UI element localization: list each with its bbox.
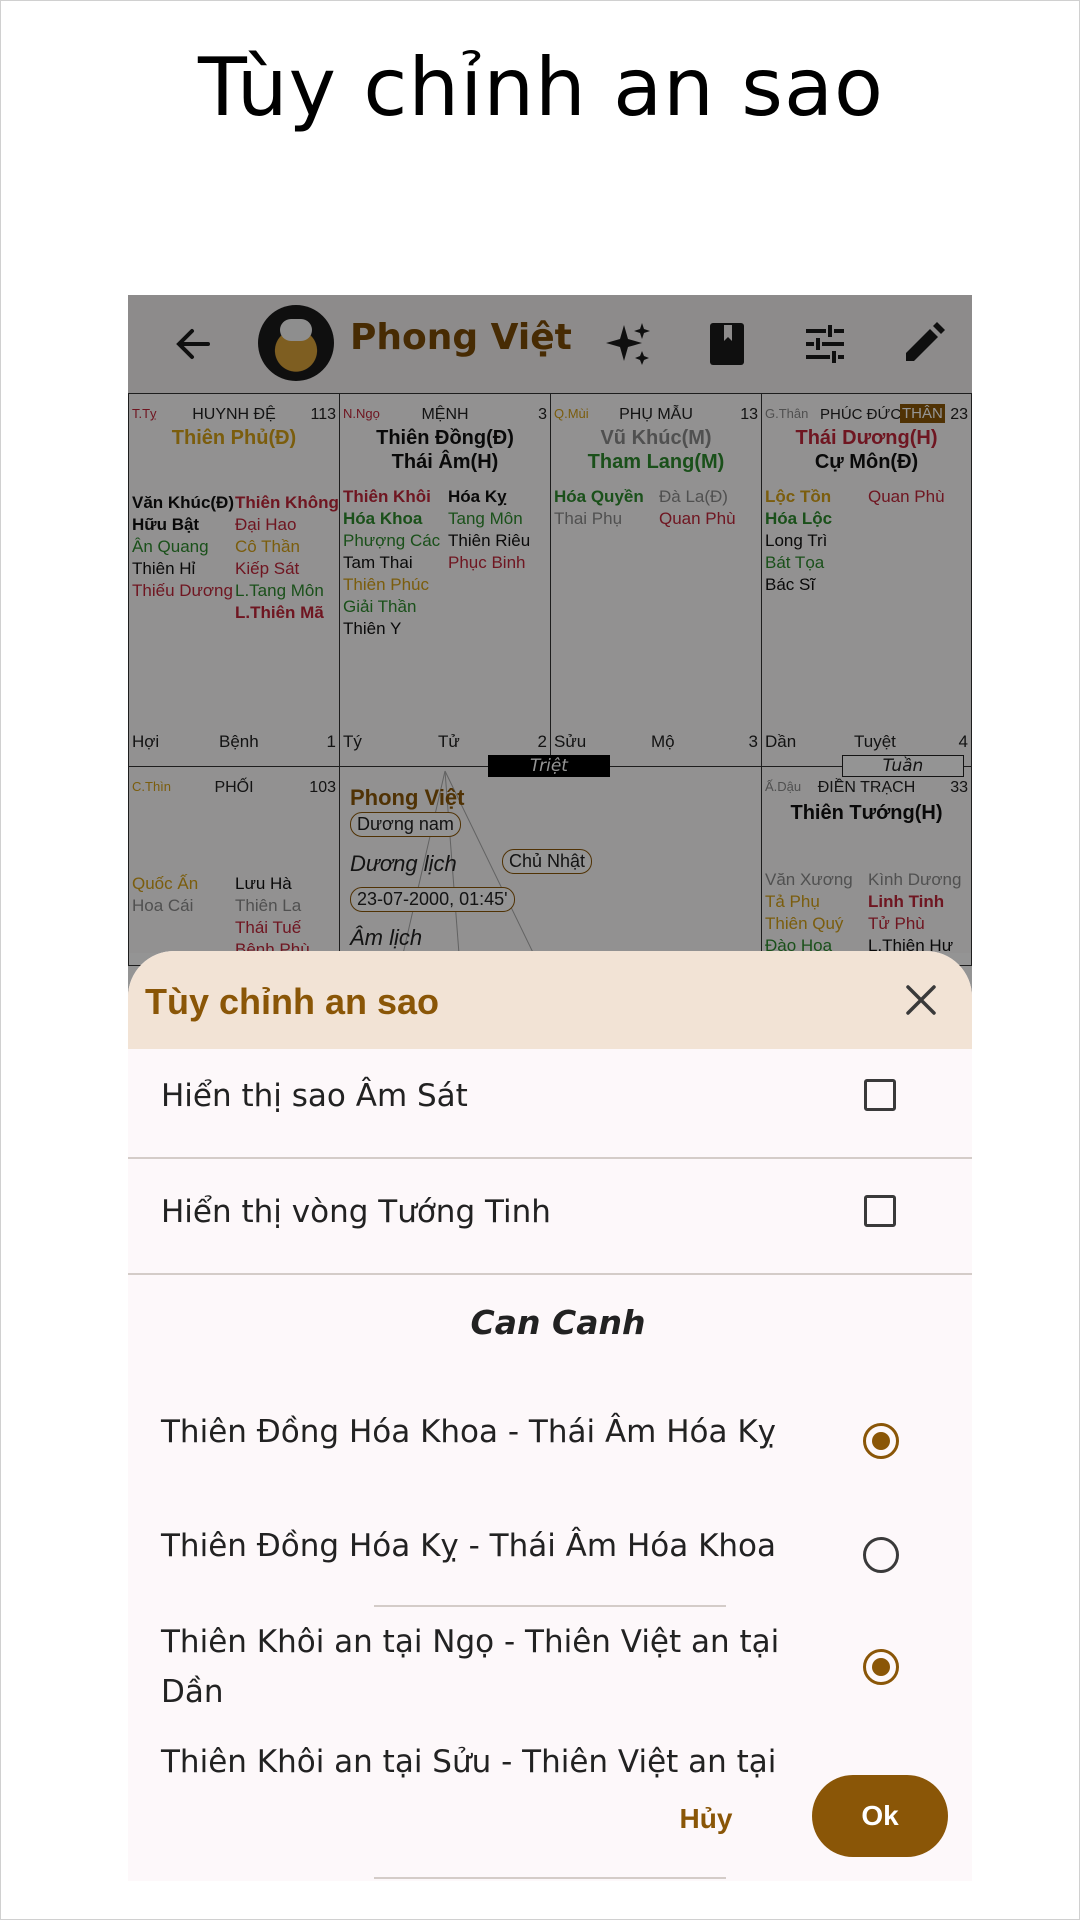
section-title-can-canh: Can Canh bbox=[470, 1303, 646, 1342]
group-divider bbox=[374, 1605, 726, 1607]
radio-label: Thiên Khôi an tại Sửu - Thiên Việt an tạ… bbox=[161, 1744, 777, 1780]
tuong-tinh-checkbox[interactable] bbox=[864, 1195, 896, 1227]
divider bbox=[128, 1157, 972, 1159]
group-divider bbox=[374, 1877, 726, 1879]
ok-button[interactable]: Ok bbox=[812, 1775, 948, 1857]
cancel-button[interactable]: Hủy bbox=[646, 1789, 766, 1849]
radio-option-khoi-ngo[interactable]: Thiên Khôi an tại Ngọ - Thiên Việt an tạ… bbox=[128, 1613, 972, 1723]
radio-label: Thiên Đồng Hóa Khoa - Thái Âm Hóa Kỵ bbox=[161, 1414, 777, 1450]
option-tuong-tinh[interactable]: Hiển thị vòng Tướng Tinh bbox=[128, 1177, 972, 1273]
divider bbox=[128, 1273, 972, 1275]
radio-label: Thiên Đồng Hóa Kỵ - Thái Âm Hóa Khoa bbox=[161, 1528, 777, 1564]
option-label: Hiển thị sao Âm Sát bbox=[161, 1078, 468, 1114]
radio-dong-khoa[interactable] bbox=[863, 1423, 899, 1459]
am-sat-checkbox[interactable] bbox=[864, 1079, 896, 1111]
sheet-title: Tùy chỉnh an sao bbox=[145, 981, 440, 1022]
phone-screen: Phong Việt T.Tỵ HUYNH ĐỆ 113 Thiên Phủ(Đ… bbox=[128, 295, 972, 1881]
radio-option-dong-khoa[interactable]: Thiên Đồng Hóa Khoa - Thái Âm Hóa Kỵ bbox=[128, 1387, 972, 1477]
sheet-header: Tùy chỉnh an sao bbox=[128, 951, 972, 1049]
radio-dong-ky[interactable] bbox=[863, 1537, 899, 1573]
close-icon[interactable] bbox=[902, 981, 940, 1019]
radio-option-dong-ky[interactable]: Thiên Đồng Hóa Kỵ - Thái Âm Hóa Khoa bbox=[128, 1501, 972, 1591]
radio-label: Thiên Khôi an tại Ngọ - Thiên Việt an tạ… bbox=[161, 1624, 780, 1710]
option-label: Hiển thị vòng Tướng Tinh bbox=[161, 1194, 551, 1230]
page-title: Tùy chỉnh an sao bbox=[198, 41, 884, 134]
radio-khoi-ngo[interactable] bbox=[863, 1649, 899, 1685]
option-am-sat[interactable]: Hiển thị sao Âm Sát bbox=[128, 1061, 972, 1157]
